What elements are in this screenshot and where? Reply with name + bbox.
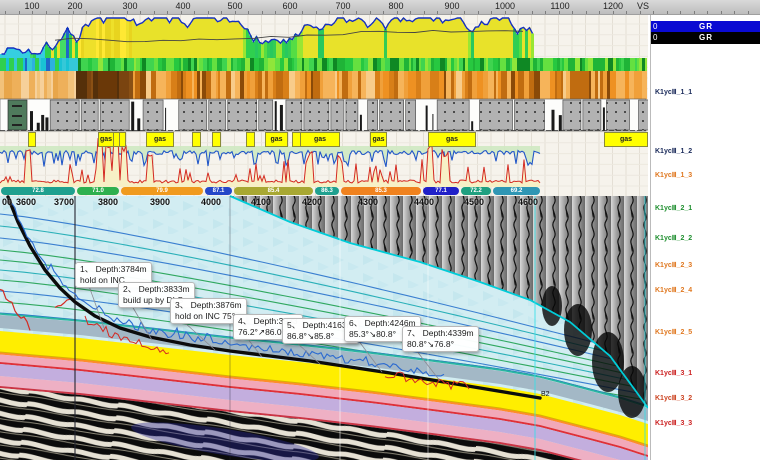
geosteering-app: 100200300400500600700800900100011001200V… (0, 0, 760, 460)
formation-label: K1ycⅢ_2_4 (655, 286, 692, 294)
ruler-tick (707, 11, 708, 14)
gr-track-title: GR (651, 32, 760, 43)
formation-label: K1ycⅢ_3_3 (655, 419, 692, 427)
formation-label: K1ycⅢ_1_1 (655, 88, 692, 96)
ruler-tick (694, 11, 695, 14)
formation-label: K1ycⅢ_2_3 (655, 261, 692, 269)
ruler-tick (734, 11, 735, 14)
annotation-detail: 80.8°↘76.8° (407, 339, 474, 350)
right-gr-panel: 0 GR 0 GR K1ycⅢ_1_1 K1ycⅢ_1_2 K1ycⅢ_1_3 K1y… (650, 14, 760, 460)
formation-label: K1ycⅢ_2_1 (655, 204, 692, 212)
annotation-depth: 1、 Depth:3784m (80, 264, 147, 275)
formation-label: K1ycⅢ_2_5 (655, 328, 692, 336)
formation-label: K1ycⅢ_1_3 (655, 171, 692, 179)
gr-track-header-blue[interactable]: 0 GR (651, 21, 760, 32)
formation-label: K1ycⅢ_2_2 (655, 234, 692, 242)
annotation-depth: 7、 Depth:4339m (407, 328, 474, 339)
annotation-depth: 2、 Depth:3833m (123, 284, 190, 295)
annotation-layer: 1、 Depth:3784mhold on INC2、 Depth:3833mb… (0, 0, 648, 460)
annotation-callout[interactable]: 7、 Depth:4339m80.8°↘76.8° (402, 326, 479, 352)
ruler-tick (748, 11, 749, 14)
well-target-label: B2 (541, 391, 550, 398)
formation-label: K1ycⅢ_3_1 (655, 369, 692, 377)
ruler-tick (680, 11, 681, 14)
gr-track-header-black[interactable]: 0 GR (651, 32, 760, 44)
ruler-tick (721, 11, 722, 14)
ruler-tick (653, 11, 654, 14)
gr-track-title: GR (651, 21, 760, 32)
annotation-depth: 3、 Depth:3876m (175, 300, 242, 311)
annotation-detail: hold on INC 75° (175, 311, 242, 322)
ruler-tick (667, 11, 668, 14)
formation-label: K1ycⅢ_1_2 (655, 147, 692, 155)
formation-label: K1ycⅢ_3_2 (655, 394, 692, 402)
